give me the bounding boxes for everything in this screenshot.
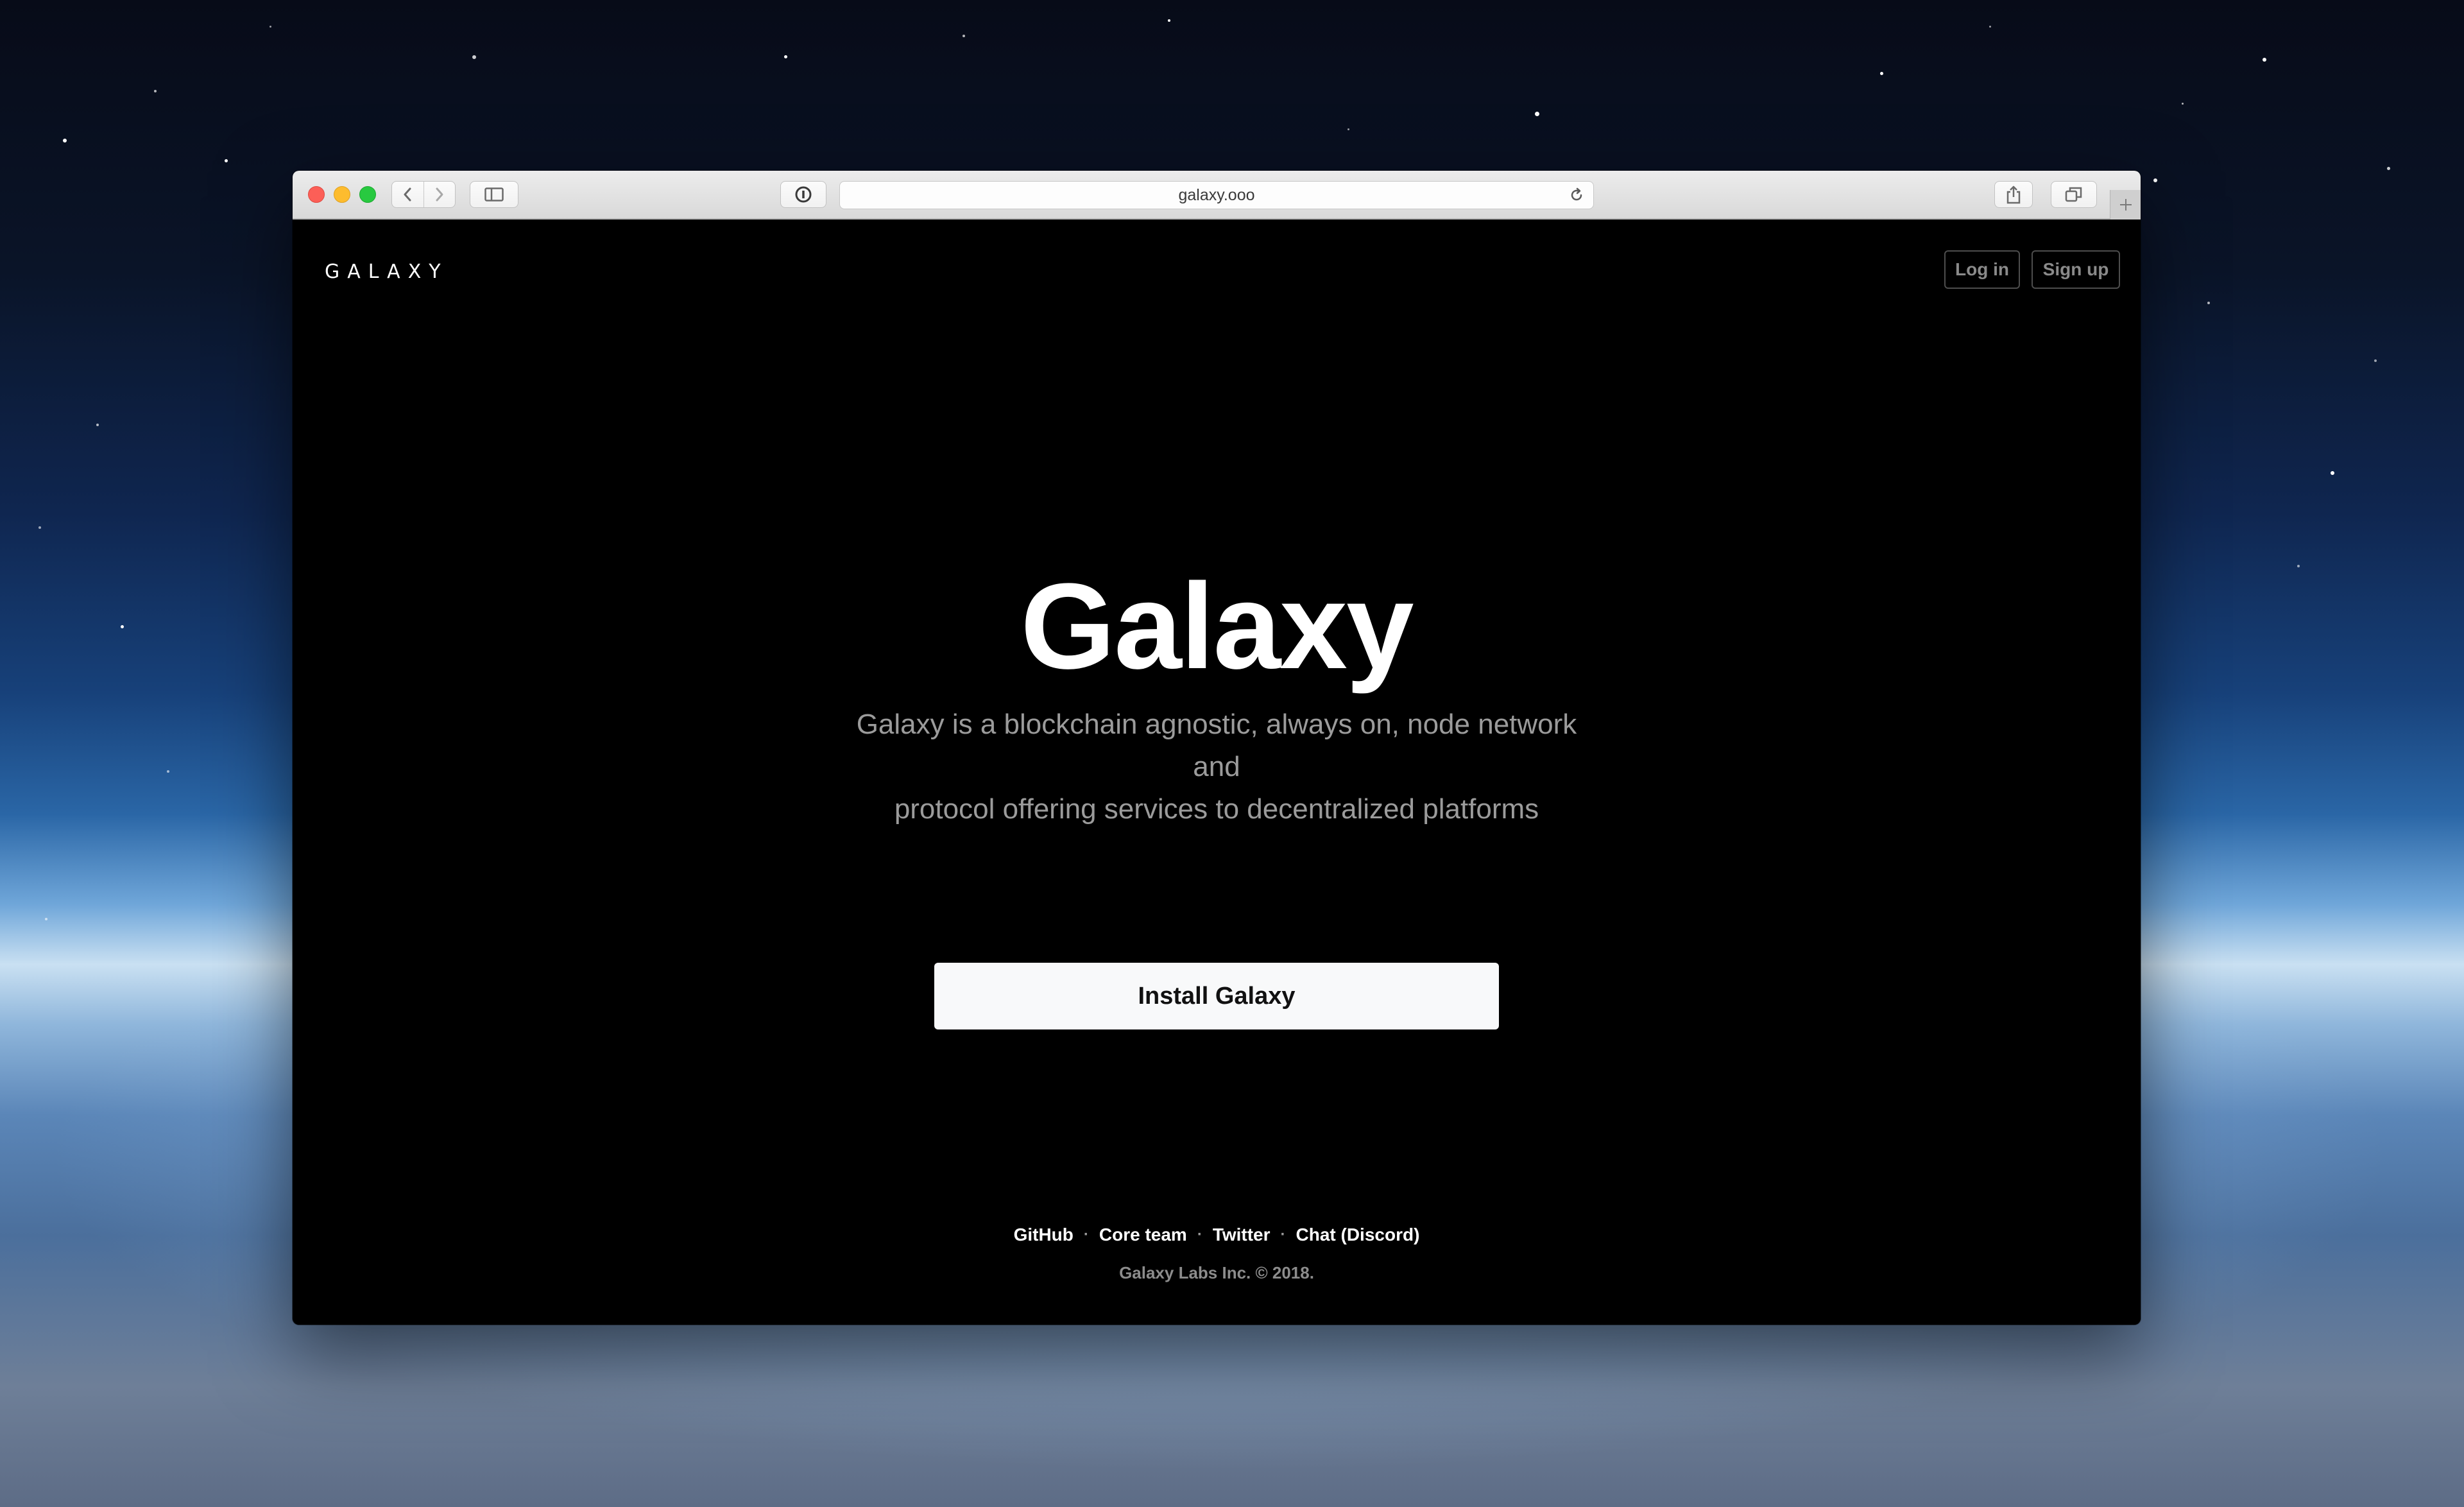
hero-subtitle-line: protocol offering services to decentrali… bbox=[894, 793, 1539, 825]
footer-link-github[interactable]: GitHub bbox=[1014, 1225, 1074, 1245]
history-nav bbox=[391, 181, 456, 208]
star bbox=[1168, 19, 1170, 22]
star bbox=[2374, 359, 2377, 362]
login-button[interactable]: Log in bbox=[1944, 250, 2020, 289]
hero-title: Galaxy bbox=[1020, 558, 1414, 694]
footer-link-discord[interactable]: Chat (Discord) bbox=[1296, 1225, 1420, 1245]
share-icon bbox=[2006, 185, 2021, 204]
footer-link-twitter[interactable]: Twitter bbox=[1213, 1225, 1270, 1245]
reload-icon[interactable] bbox=[1569, 187, 1584, 206]
star bbox=[1535, 112, 1539, 116]
star bbox=[2331, 471, 2334, 475]
star bbox=[963, 35, 965, 37]
star bbox=[121, 625, 124, 628]
sidebar-button[interactable] bbox=[470, 181, 518, 208]
star bbox=[2297, 565, 2300, 567]
url-text: galaxy.ooo bbox=[1178, 185, 1255, 204]
star bbox=[2153, 178, 2157, 182]
star bbox=[38, 526, 41, 529]
star bbox=[45, 918, 47, 920]
reader-icon bbox=[795, 186, 812, 203]
browser-window: galaxy.ooo GALAXY Log in Sign up Galaxy … bbox=[293, 171, 2141, 1325]
browser-toolbar: galaxy.ooo bbox=[293, 171, 2141, 220]
address-bar[interactable]: galaxy.ooo bbox=[839, 181, 1594, 209]
star bbox=[2182, 103, 2184, 105]
hero-subtitle-line: Galaxy is a blockchain agnostic, always … bbox=[856, 709, 1577, 782]
star bbox=[225, 159, 228, 162]
signup-button[interactable]: Sign up bbox=[2032, 250, 2120, 289]
galaxy-logo[interactable]: GALAXY bbox=[325, 261, 449, 283]
footer-links: GitHub · Core team · Twitter · Chat (Dis… bbox=[293, 1225, 2141, 1245]
footer-separator: · bbox=[1197, 1226, 1202, 1243]
minimize-icon[interactable] bbox=[334, 186, 350, 203]
star bbox=[472, 55, 476, 59]
footer-link-core-team[interactable]: Core team bbox=[1099, 1225, 1187, 1245]
page-content: GALAXY Log in Sign up Galaxy Galaxy is a… bbox=[293, 220, 2141, 1325]
footer-separator: · bbox=[1083, 1226, 1089, 1243]
star bbox=[1348, 128, 1349, 130]
star bbox=[2263, 58, 2266, 62]
star bbox=[63, 139, 67, 142]
star bbox=[167, 770, 169, 773]
star bbox=[2387, 167, 2390, 170]
sidebar-icon bbox=[484, 187, 504, 202]
copyright-text: Galaxy Labs Inc. © 2018. bbox=[1119, 1263, 1314, 1282]
new-tab-button[interactable] bbox=[2110, 190, 2141, 220]
reader-button[interactable] bbox=[780, 181, 826, 208]
star bbox=[2207, 302, 2210, 304]
maximize-icon[interactable] bbox=[359, 186, 376, 203]
star bbox=[1989, 26, 1991, 28]
star bbox=[96, 424, 99, 426]
tabs-icon bbox=[2065, 187, 2082, 202]
chevron-right-icon bbox=[436, 187, 443, 202]
plus-icon bbox=[2120, 199, 2132, 211]
chevron-left-icon bbox=[404, 187, 411, 202]
star bbox=[1880, 72, 1883, 75]
footer-separator: · bbox=[1280, 1226, 1286, 1243]
install-galaxy-button[interactable]: Install Galaxy bbox=[934, 963, 1499, 1029]
star bbox=[784, 55, 787, 58]
tabs-button[interactable] bbox=[2051, 181, 2097, 208]
back-button[interactable] bbox=[392, 182, 424, 207]
forward-button[interactable] bbox=[423, 182, 456, 207]
star bbox=[270, 26, 271, 28]
star bbox=[154, 90, 157, 92]
hero-subtitle: Galaxy is a blockchain agnostic, always … bbox=[832, 703, 1602, 831]
share-button[interactable] bbox=[1994, 181, 2033, 208]
close-icon[interactable] bbox=[308, 186, 325, 203]
